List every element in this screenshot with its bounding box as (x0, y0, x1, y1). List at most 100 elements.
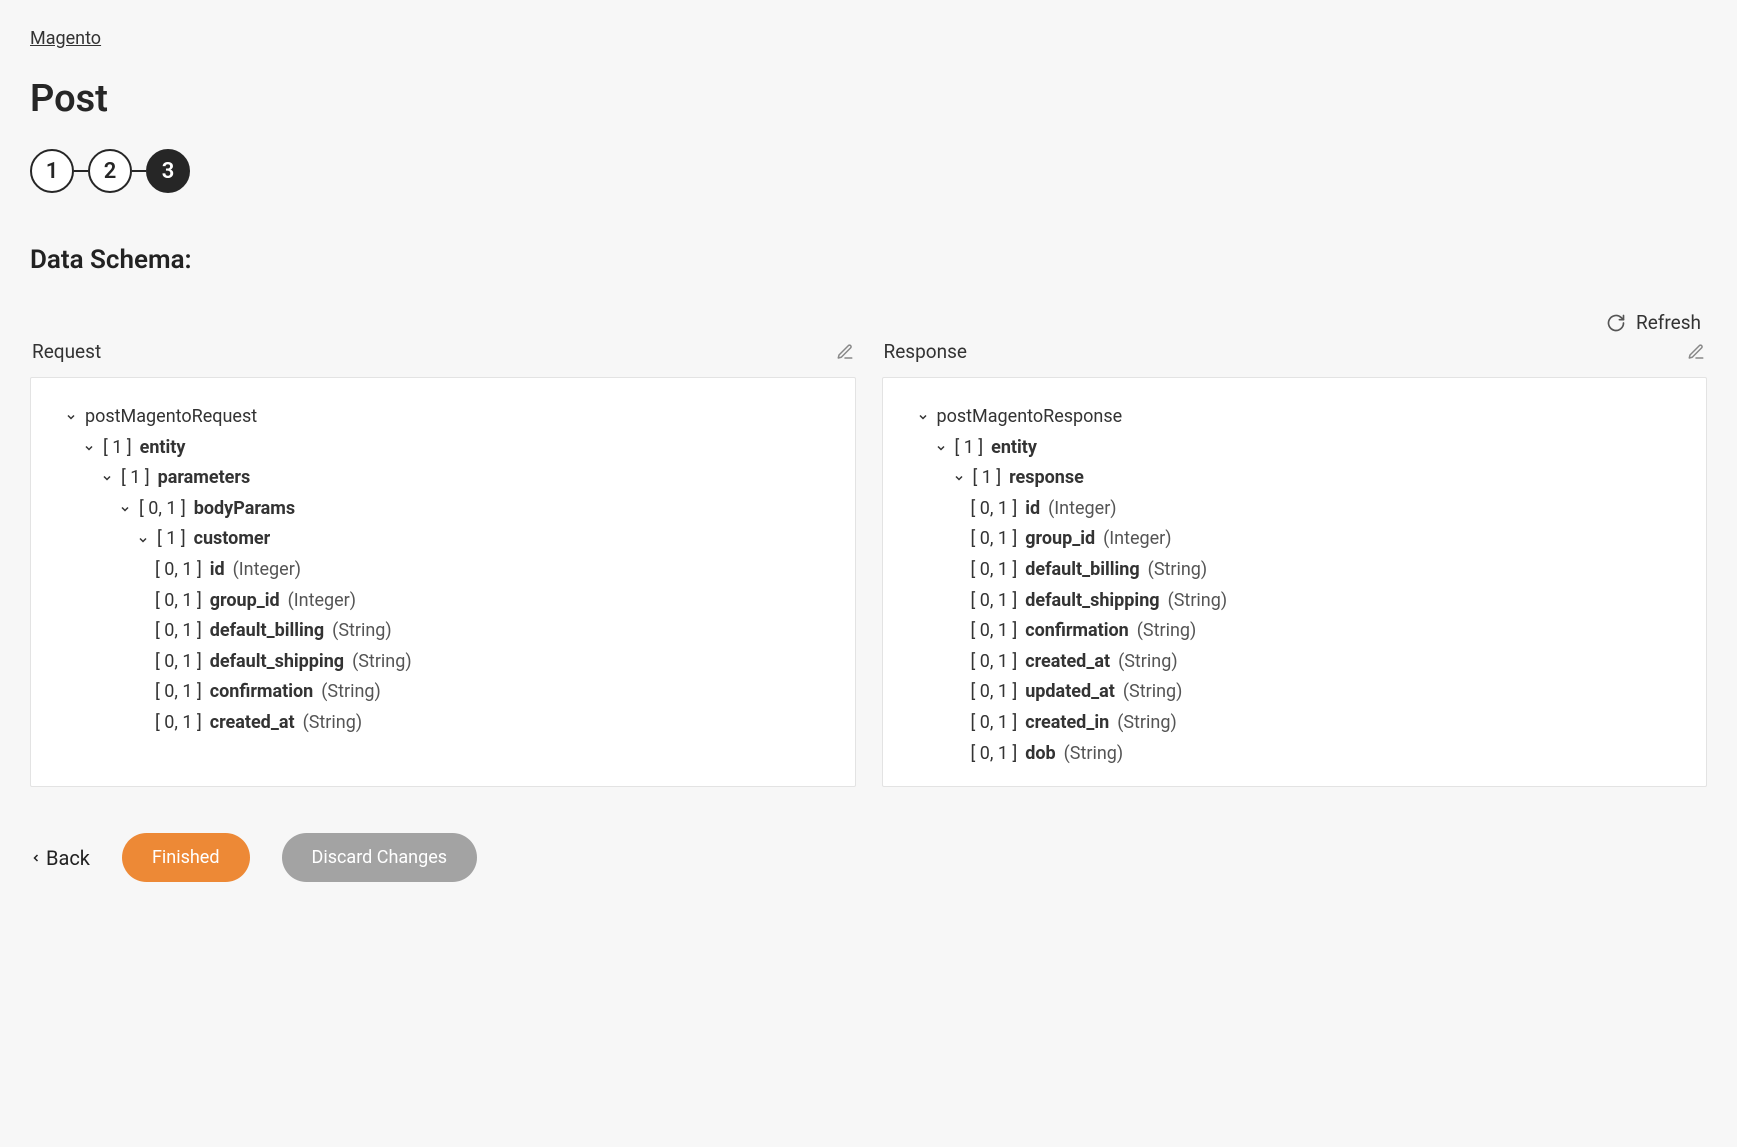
tree-node-label: bodyParams (194, 494, 295, 525)
tree-leaf[interactable]: [ 0, 1 ]default_shipping(String) (917, 586, 1687, 617)
field-type: (Integer) (1103, 524, 1171, 555)
field-name: default_billing (210, 616, 324, 647)
tree-node-parameters[interactable]: [ 1 ] parameters (65, 463, 835, 494)
step-3[interactable]: 3 (146, 149, 190, 193)
section-heading: Data Schema: (30, 245, 1707, 275)
tree-leaf[interactable]: [ 0, 1 ] confirmation(String) (65, 677, 835, 708)
chevron-down-icon (137, 534, 149, 546)
field-type: (Integer) (1048, 494, 1116, 525)
tree-leaf[interactable]: [ 0, 1 ]dob (String) (917, 739, 1687, 770)
field-name: updated_at (1025, 677, 1115, 708)
cardinality: [ 0, 1 ] (971, 555, 1018, 586)
tree-node-label: postMagentoRequest (85, 402, 257, 433)
request-header: Request (32, 340, 101, 363)
refresh-label: Refresh (1636, 311, 1701, 334)
tree-leaf[interactable]: [ 0, 1 ]created_in(String) (917, 708, 1687, 739)
chevron-left-icon (30, 852, 42, 864)
chevron-down-icon (119, 503, 131, 515)
tree-node-label: entity (140, 433, 186, 464)
tree-leaf[interactable]: [ 0, 1 ] group_id (Integer) (65, 586, 835, 617)
tree-leaf[interactable]: [ 0, 1 ]group_id (Integer) (917, 524, 1687, 555)
tree-leaf[interactable]: [ 0, 1 ]default_billing (String) (917, 555, 1687, 586)
field-name: default_shipping (1025, 586, 1159, 617)
field-name: group_id (210, 586, 280, 617)
field-type: (String) (1148, 555, 1208, 586)
request-panel: postMagentoRequest [ 1 ] entity [ 1 ] pa… (30, 377, 856, 787)
field-type: (String) (352, 647, 412, 678)
field-name: id (1025, 494, 1040, 525)
cardinality: [ 0, 1 ] (971, 739, 1018, 770)
cardinality: [ 0, 1 ] (155, 677, 202, 708)
tree-node-root[interactable]: postMagentoRequest (65, 402, 835, 433)
field-name: confirmation (210, 677, 314, 708)
tree-node-response[interactable]: [ 1 ] response (917, 463, 1687, 494)
tree-leaf[interactable]: [ 0, 1 ]created_at(String) (917, 647, 1687, 678)
step-connector (132, 170, 146, 172)
tree-leaf[interactable]: [ 0, 1 ]updated_at(String) (917, 677, 1687, 708)
step-2[interactable]: 2 (88, 149, 132, 193)
chevron-down-icon (101, 472, 113, 484)
step-1[interactable]: 1 (30, 149, 74, 193)
field-name: dob (1025, 739, 1055, 770)
tree-leaf[interactable]: [ 0, 1 ]created_at(String) (65, 708, 835, 739)
tree-leaf[interactable]: [ 0, 1 ]id(Integer) (917, 494, 1687, 525)
cardinality: [ 1 ] (103, 433, 132, 464)
tree-node-label: postMagentoResponse (937, 402, 1123, 433)
cardinality: [ 0, 1 ] (971, 524, 1018, 555)
field-type: (String) (1117, 708, 1177, 739)
field-type: (String) (1168, 586, 1228, 617)
field-type: (String) (321, 677, 381, 708)
finished-button[interactable]: Finished (122, 833, 250, 882)
cardinality: [ 0, 1 ] (155, 708, 202, 739)
cardinality: [ 1 ] (121, 463, 150, 494)
tree-node-entity[interactable]: [ 1 ] entity (917, 433, 1687, 464)
tree-node-label: customer (194, 524, 271, 555)
chevron-down-icon (83, 442, 95, 454)
field-name: confirmation (1025, 616, 1129, 647)
field-type: (Integer) (233, 555, 301, 586)
wizard-stepper: 1 2 3 (30, 149, 1707, 193)
tree-node-label: entity (991, 433, 1037, 464)
back-label: Back (46, 846, 90, 870)
tree-node-entity[interactable]: [ 1 ] entity (65, 433, 835, 464)
cardinality: [ 0, 1 ] (971, 616, 1018, 647)
field-name: group_id (1025, 524, 1095, 555)
page-title: Post (30, 77, 1707, 121)
tree-leaf[interactable]: [ 0, 1 ] default_shipping (String) (65, 647, 835, 678)
field-type: (String) (1118, 647, 1178, 678)
field-name: default_shipping (210, 647, 344, 678)
field-name: default_billing (1025, 555, 1139, 586)
cardinality: [ 0, 1 ] (155, 616, 202, 647)
field-type: (String) (332, 616, 392, 647)
tree-leaf[interactable]: [ 0, 1 ]id(Integer) (65, 555, 835, 586)
tree-leaf[interactable]: [ 0, 1 ]confirmation (String) (917, 616, 1687, 647)
back-link[interactable]: Back (30, 846, 90, 870)
refresh-action[interactable]: Refresh (30, 311, 1707, 334)
cardinality: [ 0, 1 ] (155, 647, 202, 678)
refresh-icon (1606, 313, 1626, 333)
tree-node-customer[interactable]: [ 1 ] customer (65, 524, 835, 555)
chevron-down-icon (953, 472, 965, 484)
cardinality: [ 1 ] (973, 463, 1002, 494)
tree-node-bodyparams[interactable]: [ 0, 1 ] bodyParams (65, 494, 835, 525)
tree-node-root[interactable]: postMagentoResponse (917, 402, 1687, 433)
cardinality: [ 0, 1 ] (155, 586, 202, 617)
tree-node-label: parameters (158, 463, 251, 494)
cardinality: [ 0, 1 ] (971, 677, 1018, 708)
field-type: (String) (1064, 739, 1124, 770)
tree-node-label: response (1009, 463, 1084, 494)
cardinality: [ 0, 1 ] (971, 708, 1018, 739)
cardinality: [ 0, 1 ] (139, 494, 186, 525)
tree-leaf[interactable]: [ 0, 1 ] default_billing (String) (65, 616, 835, 647)
chevron-down-icon (917, 411, 929, 423)
field-name: created_at (210, 708, 295, 739)
field-type: (String) (1137, 616, 1197, 647)
cardinality: [ 0, 1 ] (155, 555, 202, 586)
pencil-icon[interactable] (1687, 343, 1705, 361)
cardinality: [ 1 ] (955, 433, 984, 464)
discard-button[interactable]: Discard Changes (282, 833, 478, 882)
breadcrumb-link[interactable]: Magento (30, 28, 101, 49)
cardinality: [ 0, 1 ] (971, 647, 1018, 678)
pencil-icon[interactable] (836, 343, 854, 361)
field-type: (Integer) (288, 586, 356, 617)
